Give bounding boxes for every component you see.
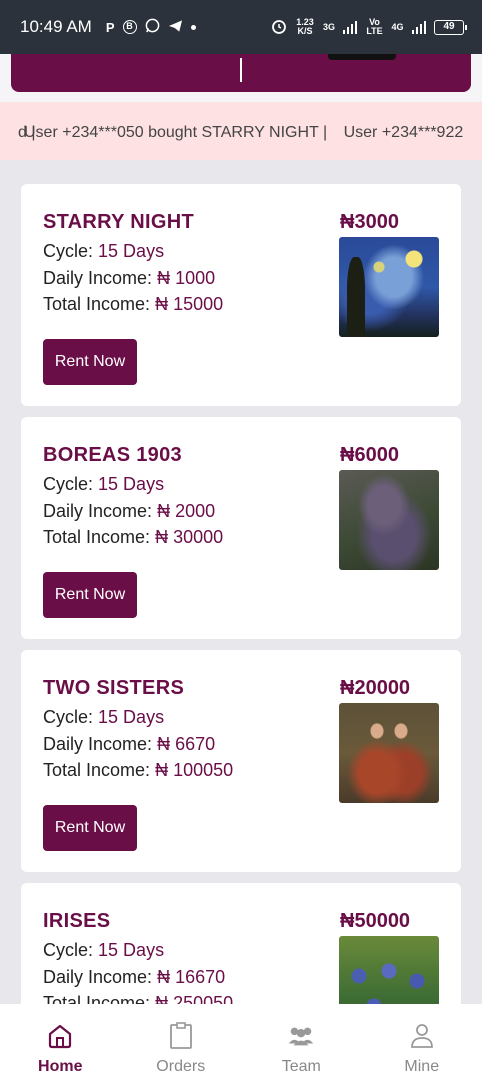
total-income-row: Total Income: ₦ 15000 [43,294,224,314]
nav-mine-label: Mine [404,1058,440,1075]
b-circle-icon: B [122,20,137,34]
cycle-row: Cycle: 15 Days [43,241,165,261]
daily-income-row: Daily Income: ₦ 1000 [43,268,216,288]
product-card-two-sisters: TWO SISTERS Cycle: 15 Days Daily Income:… [21,650,461,872]
telegram-icon [168,19,183,36]
nav-orders-label: Orders [156,1058,206,1075]
team-icon [287,1022,315,1050]
purchase-ticker: d | User +234***050 bought STARRY NIGHT … [0,102,482,160]
system-status: 1.23 K/S 3G Vo LTE 4G 49 [271,17,467,36]
battery-icon: 49 [434,19,467,35]
nav-mine[interactable]: Mine [362,1004,482,1080]
volte-label: Vo LTE [366,17,383,36]
product-name: STARRY NIGHT [43,211,195,233]
cycle-row: Cycle: 15 Days [43,940,165,960]
total-income-row: Total Income: ₦ 30000 [43,527,224,547]
home-icon [46,1022,74,1050]
orders-icon [167,1022,195,1050]
rent-now-button[interactable]: Rent Now [43,339,137,385]
signal-icon-2 [411,20,426,34]
ticker-track: d | User +234***050 bought STARRY NIGHT … [18,124,475,142]
daily-income-row: Daily Income: ₦ 6670 [43,734,216,754]
product-name: TWO SISTERS [43,677,185,699]
rent-now-button[interactable]: Rent Now [43,805,137,851]
product-name: BOREAS 1903 [43,444,182,466]
network-4g-label: 4G [391,22,404,32]
nav-home-label: Home [38,1058,83,1075]
daily-income-row: Daily Income: ₦ 2000 [43,501,216,521]
product-price: ₦6000 [340,444,399,466]
network-3g-label: 3G [322,22,335,32]
nav-home[interactable]: Home [0,1004,121,1080]
product-price: ₦3000 [340,211,399,233]
total-income-row: Total Income: ₦ 100050 [43,760,234,780]
nav-orders[interactable]: Orders [121,1004,242,1080]
nav-team[interactable]: Team [241,1004,362,1080]
ticker-message: User +234***922 [343,124,464,141]
status-bar: 10:49 AM P B 1.23 K/S 3G Vo LTE 4G 49 [0,0,482,54]
boreas-painting [339,470,439,570]
balance-card [11,54,471,92]
user-icon [408,1022,436,1050]
nav-team-label: Team [281,1058,321,1075]
card-tab-indicator [328,54,396,60]
product-price: ₦20000 [340,677,411,699]
product-price: ₦50000 [340,910,411,932]
two-sisters-painting [339,703,439,803]
dot-icon [190,24,196,30]
p-icon: P [105,19,115,35]
signal-icon [342,20,358,34]
status-time: 10:49 AM [20,17,92,36]
whatsapp-icon [145,18,160,36]
bottom-nav: Home Orders Team Mine [0,1004,482,1080]
cycle-row: Cycle: 15 Days [43,707,165,727]
notification-icons: P B [106,18,196,36]
product-card-boreas: BOREAS 1903 Cycle: 15 Days Daily Income:… [21,417,461,639]
starry-night-painting [339,237,439,337]
ticker-lead: d | [18,124,36,141]
product-card-starry-night: STARRY NIGHT Cycle: 15 Days Daily Income… [21,184,461,406]
rent-now-button[interactable]: Rent Now [43,572,137,618]
alarm-icon [271,18,287,36]
network-speed: 1.23 K/S [296,17,314,36]
ticker-message: User +234***050 bought STARRY NIGHT | [24,124,328,141]
product-name: IRISES [43,910,111,932]
card-divider [240,58,242,82]
cycle-row: Cycle: 15 Days [43,474,165,494]
daily-income-row: Daily Income: ₦ 16670 [43,967,226,987]
